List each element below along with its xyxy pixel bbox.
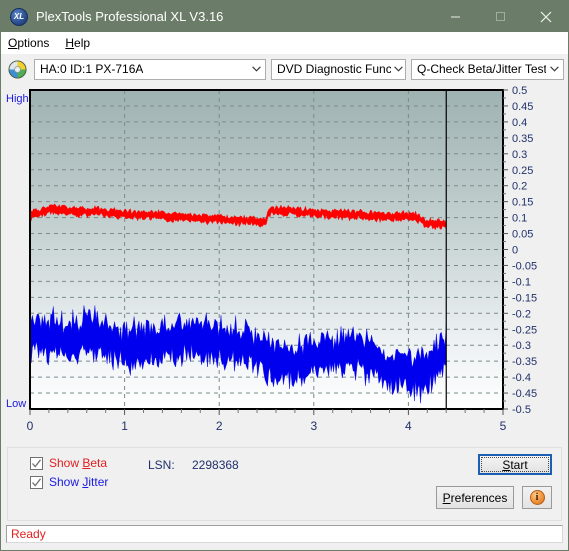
x-tick-label: 5 (500, 419, 507, 433)
y-tick-label: 0.4 (512, 117, 527, 129)
y-tick-label: -0.1 (512, 276, 531, 288)
low-label: Low (6, 398, 26, 410)
y-tick-label: 0.2 (512, 181, 527, 193)
high-label: High (6, 93, 29, 105)
y-tick-label: 0.5 (512, 85, 527, 97)
focus-ring (481, 457, 549, 472)
window-title: PlexTools Professional XL V3.16 (36, 9, 224, 24)
chevron-down-icon (546, 66, 563, 72)
beta-jitter-chart: 0.5 0.45 0.4 0.35 0.3 0.25 0.2 0.15 0.1 0.05 0 -0.0… (1, 84, 568, 444)
info-icon: i (529, 490, 545, 505)
y-tick-label: 0.1 (512, 213, 527, 225)
x-tick-label: 0 (27, 419, 34, 433)
lsn-label: LSN: (148, 458, 175, 472)
y-tick-label: -0.15 (512, 292, 537, 304)
y-tick-label: -0.5 (512, 404, 531, 416)
toolbar: HA:0 ID:1 PX-716A DVD Diagnostic Functio… (1, 54, 568, 84)
xl-logo-icon: XL (10, 7, 28, 26)
function-select[interactable]: DVD Diagnostic Functions (271, 58, 406, 80)
x-tick-label: 1 (121, 419, 128, 433)
y-tick-label: -0.45 (512, 388, 537, 400)
y-tick-label: -0.2 (512, 308, 531, 320)
menu-item-help[interactable]: Help (58, 34, 99, 52)
lsn-value: 2298368 (192, 458, 239, 472)
status-text: Ready (11, 527, 46, 541)
chart-canvas: 0.5 0.45 0.4 0.35 0.3 0.25 0.2 0.15 0.1 0.05 0 -0.0… (6, 85, 537, 433)
chevron-down-icon (248, 66, 265, 72)
disc-icon (8, 59, 27, 79)
window-controls (433, 1, 568, 32)
controls-panel: Show Beta Show Jitter LSN: 2298368 Start… (7, 447, 562, 521)
test-select[interactable]: Q-Check Beta/Jitter Test (411, 58, 564, 80)
y-tick-label: 0 (512, 245, 518, 257)
function-select-value: DVD Diagnostic Functions (277, 62, 392, 76)
y-tick-label: 0.3 (512, 149, 527, 161)
drive-select-value: HA:0 ID:1 PX-716A (40, 62, 144, 76)
chevron-down-icon (391, 66, 405, 72)
y-tick-label: 0.05 (512, 229, 533, 241)
y-tick-label: 0.15 (512, 197, 533, 209)
info-button[interactable]: i (522, 486, 552, 509)
y-tick-label: 0.25 (512, 165, 533, 177)
show-beta-label: Show Beta (49, 456, 108, 470)
close-icon[interactable] (523, 1, 568, 32)
menu-item-options[interactable]: Options (1, 34, 58, 52)
show-jitter-checkbox[interactable]: Show Jitter (30, 475, 108, 489)
checkbox-checked-icon (30, 475, 43, 489)
preferences-button-label: Preferences (442, 490, 508, 505)
maximize-icon[interactable] (478, 1, 523, 32)
y-tick-label: -0.3 (512, 340, 531, 352)
y-tick-label: -0.25 (512, 324, 537, 336)
menu-bar: Options Help (1, 32, 568, 54)
start-button[interactable]: Start (478, 454, 552, 475)
x-tick-label: 3 (310, 419, 317, 433)
preferences-button[interactable]: Preferences (436, 486, 514, 509)
status-bar: Ready (6, 525, 563, 543)
x-tick-label: 4 (405, 419, 412, 433)
minimize-icon[interactable] (433, 1, 478, 32)
y-tick-label: 0.45 (512, 101, 533, 113)
checkbox-checked-icon (30, 456, 43, 470)
show-jitter-label: Show Jitter (49, 475, 109, 489)
plextools-window: XL PlexTools Professional XL V3.16 Optio… (0, 0, 569, 551)
drive-select[interactable]: HA:0 ID:1 PX-716A (34, 58, 266, 80)
test-select-value: Q-Check Beta/Jitter Test (417, 62, 547, 76)
title-bar: XL PlexTools Professional XL V3.16 (1, 1, 568, 32)
y-tick-label: -0.35 (512, 356, 537, 368)
y-tick-label: 0.35 (512, 133, 533, 145)
y-tick-label: -0.05 (512, 260, 537, 272)
show-beta-checkbox[interactable]: Show Beta (30, 456, 107, 470)
x-tick-label: 2 (216, 419, 223, 433)
y-tick-label: -0.4 (512, 372, 531, 384)
